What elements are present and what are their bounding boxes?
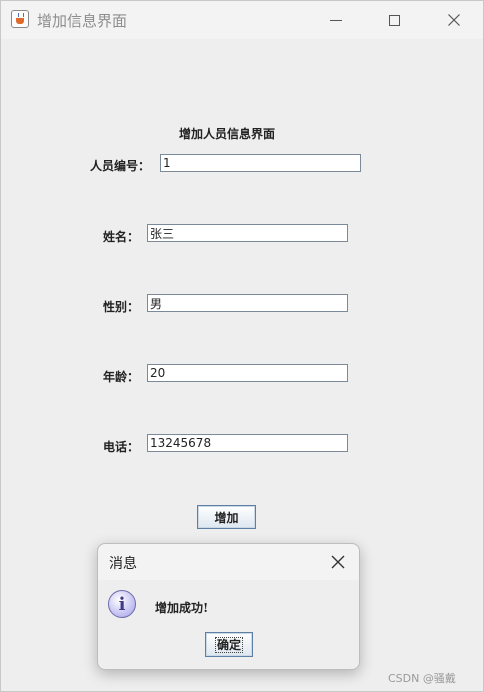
ok-button[interactable]: 确定 xyxy=(205,632,253,657)
id-label: 人员编号： xyxy=(90,159,151,173)
gender-label: 性别： xyxy=(103,300,140,314)
close-icon xyxy=(331,555,345,569)
main-window: 增加信息界面 增加人员信息界面 人员编号： 姓名： 性别： 年龄： 电话： 增加… xyxy=(0,0,484,692)
add-button[interactable]: 增加 xyxy=(197,505,256,529)
dialog-message: 增加成功! xyxy=(155,601,209,615)
maximize-button[interactable] xyxy=(365,1,423,39)
age-input[interactable] xyxy=(147,364,348,382)
maximize-icon xyxy=(388,14,400,26)
title-bar[interactable]: 增加信息界面 xyxy=(1,1,483,39)
message-dialog: 消息 i 增加成功! 确定 xyxy=(97,543,360,670)
dialog-title-bar[interactable]: 消息 xyxy=(98,544,359,580)
dialog-close-button[interactable] xyxy=(327,551,349,573)
id-input[interactable] xyxy=(160,154,361,172)
window-title: 增加信息界面 xyxy=(37,12,128,30)
dialog-title: 消息 xyxy=(109,556,137,572)
phone-label: 电话： xyxy=(103,440,140,454)
ok-button-label: 确定 xyxy=(214,636,243,653)
minimize-icon xyxy=(330,19,342,21)
java-cup-icon xyxy=(11,10,29,28)
close-icon xyxy=(448,14,460,26)
info-icon: i xyxy=(108,590,136,618)
close-button[interactable] xyxy=(425,1,483,39)
minimize-button[interactable] xyxy=(307,1,365,39)
watermark: CSDN @骚戴 xyxy=(388,672,456,685)
phone-input[interactable] xyxy=(147,434,348,452)
name-label: 姓名： xyxy=(103,230,140,244)
form-heading: 增加人员信息界面 xyxy=(178,127,275,141)
gender-input[interactable] xyxy=(147,294,348,312)
name-input[interactable] xyxy=(147,224,348,242)
age-label: 年龄： xyxy=(103,370,140,384)
